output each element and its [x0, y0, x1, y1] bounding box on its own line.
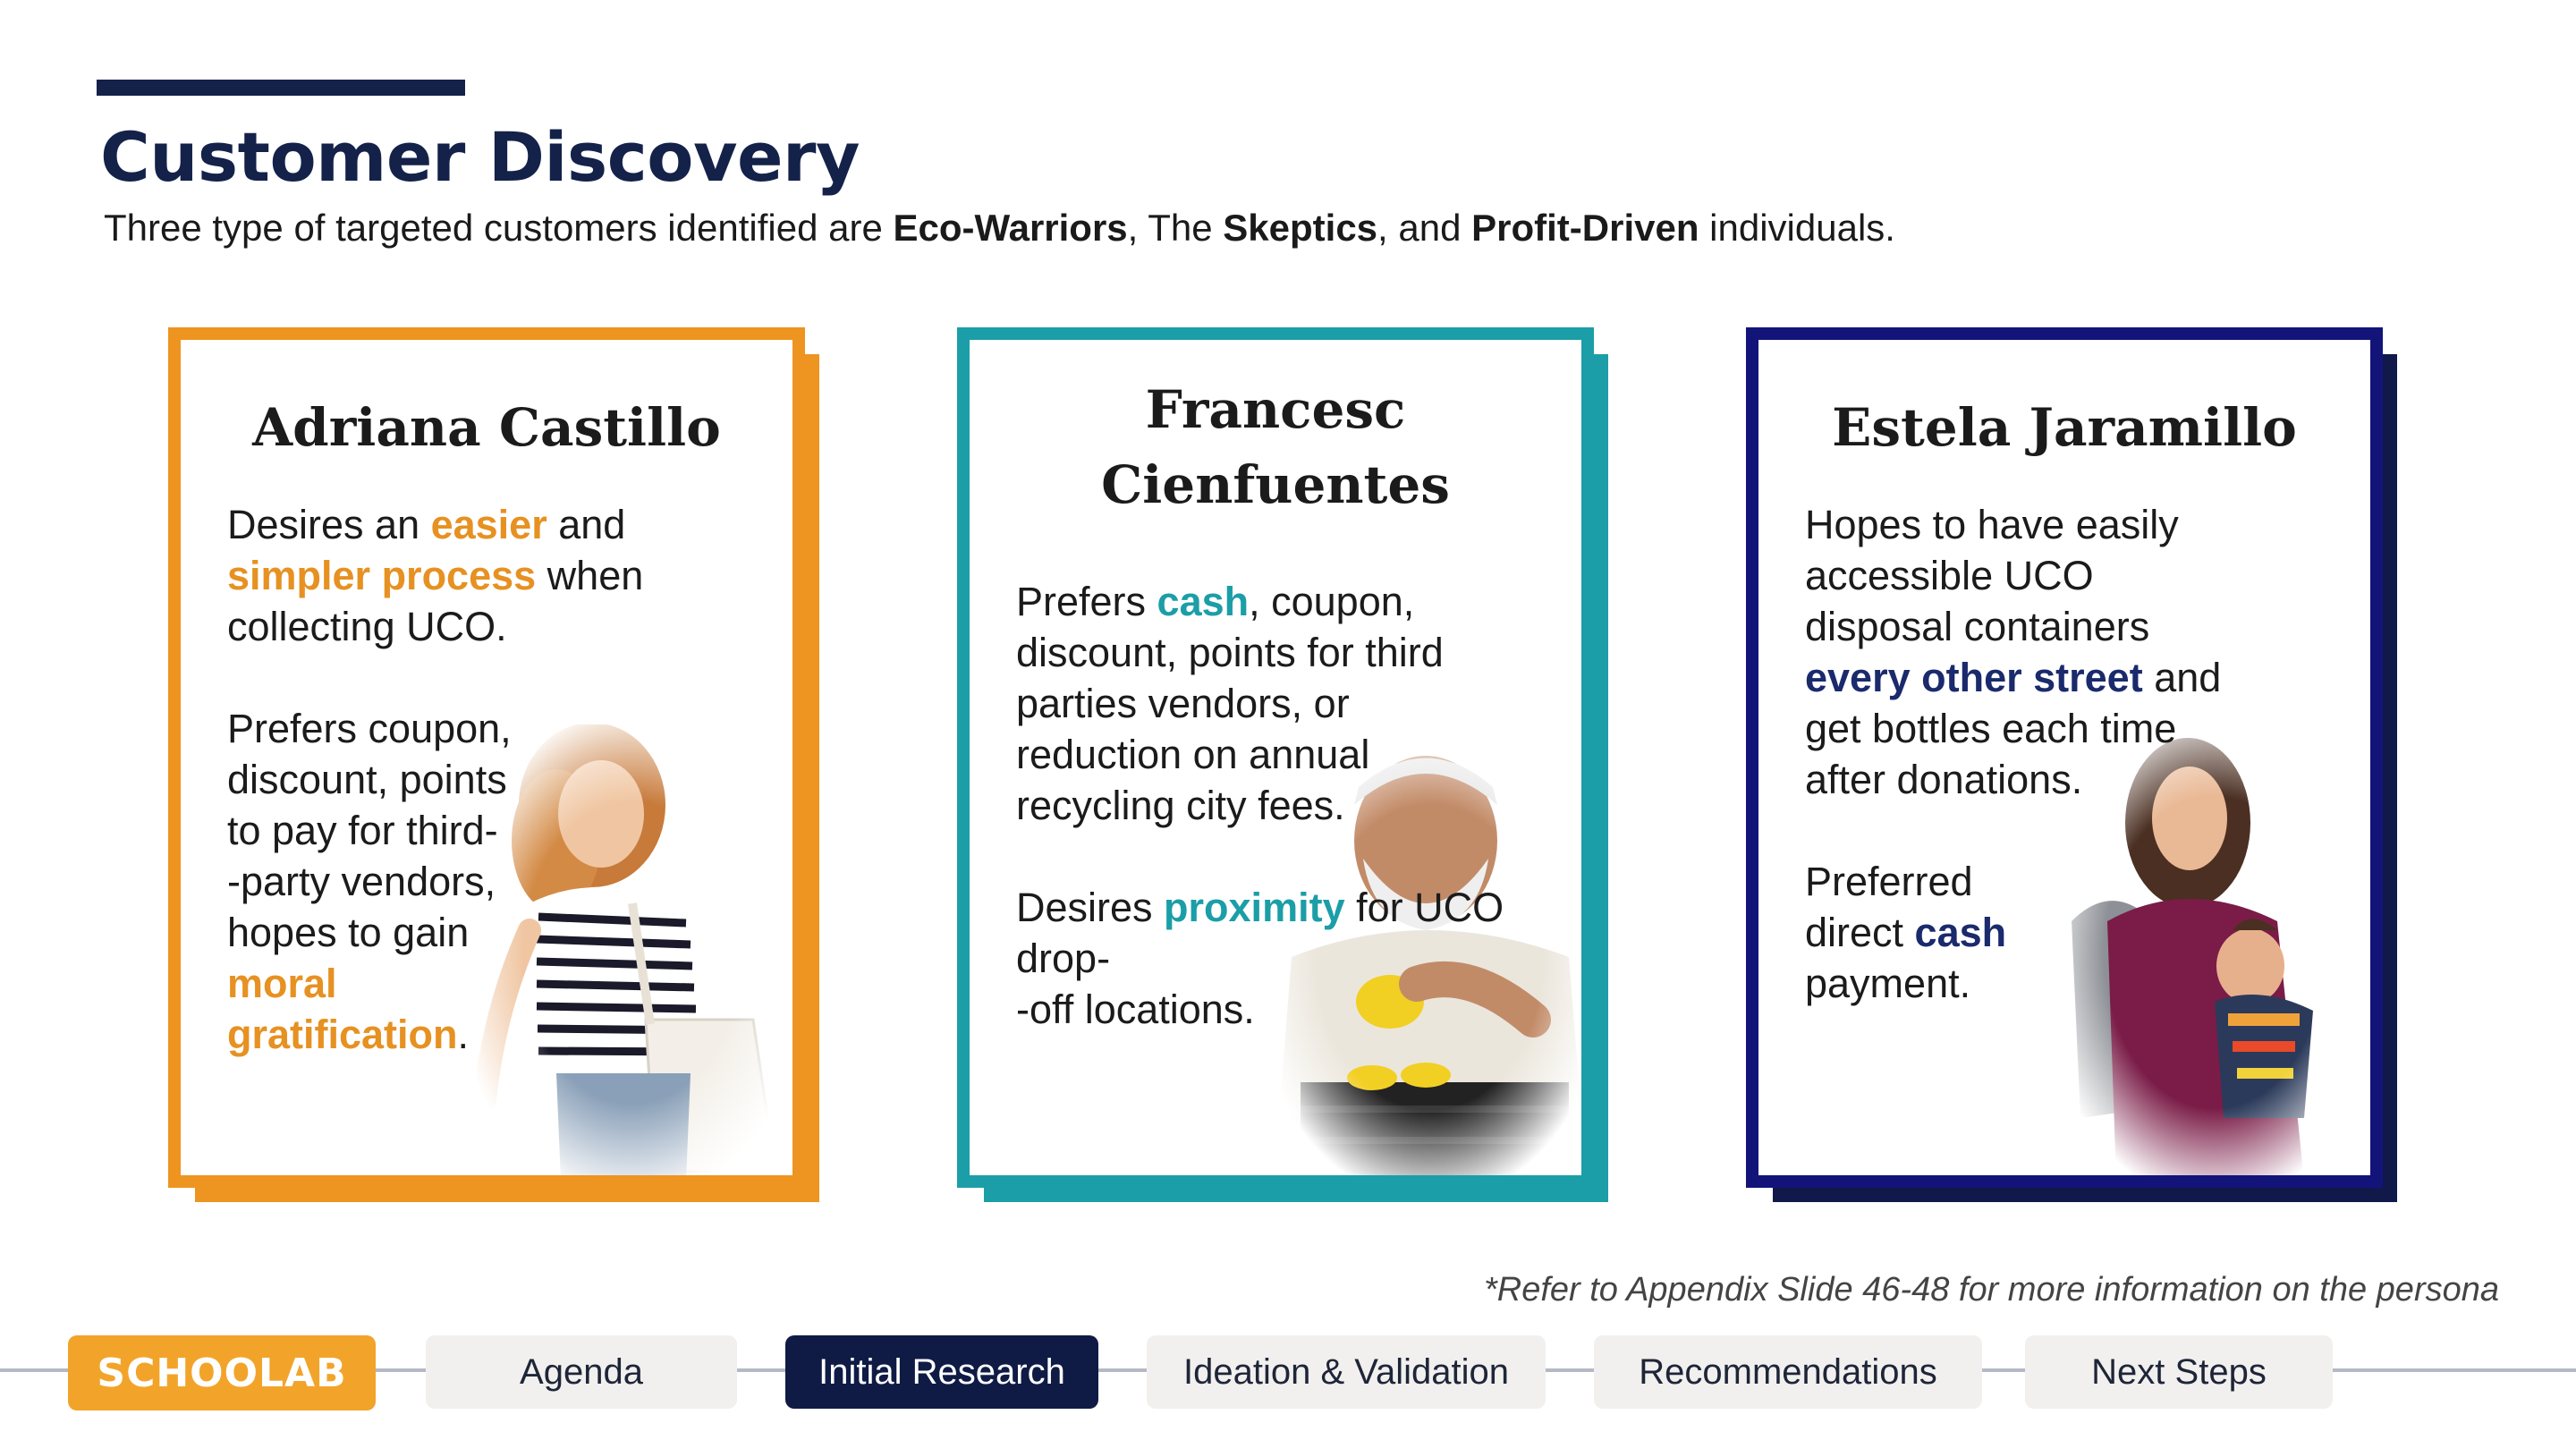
nav-item-next-steps[interactable]: Next Steps [2025, 1335, 2333, 1409]
text-segment: and [547, 502, 626, 547]
persona-paragraph-1: Hopes to have easily accessible UCO disp… [1805, 499, 2252, 805]
persona-card-adriana: Adriana Castillo Desires an easier and s… [168, 327, 819, 1202]
persona-description: Hopes to have easily accessible UCO disp… [1805, 499, 2288, 1009]
persona-card-body: Estela Jaramillo Hopes to have easily ac… [1746, 327, 2383, 1188]
nav-item-initial-research[interactable]: Initial Research [785, 1335, 1098, 1409]
text-segment: . [457, 1012, 470, 1057]
persona-card-estela: Estela Jaramillo Hopes to have easily ac… [1746, 327, 2397, 1202]
nav-item-ideation-validation[interactable]: Ideation & Validation [1147, 1335, 1546, 1409]
title-accent-bar [97, 80, 465, 96]
highlight-cash: cash [1914, 910, 2007, 955]
highlight-every-other-street: every other street [1805, 655, 2143, 700]
text-segment: Prefers coupon, discount, points to pay … [227, 706, 512, 955]
persona-description: Desires an easier and simpler process wh… [227, 499, 764, 1060]
highlight-easier: easier [430, 502, 547, 547]
persona-description: Prefers cash, coupon, discount, points f… [1016, 576, 1553, 1035]
subtitle-profit-driven: Profit-Driven [1471, 207, 1699, 249]
persona-card-francesc: Francesc Cienfuentes Prefers cash, coupo… [957, 327, 1608, 1202]
nav-item-recommendations[interactable]: Recommendations [1594, 1335, 1982, 1409]
highlight-proximity: proximity [1164, 885, 1345, 930]
persona-card-body: Adriana Castillo Desires an easier and s… [168, 327, 805, 1188]
highlight-moral-gratification: moral gratification [227, 961, 458, 1057]
persona-paragraph-2: Preferred direct cash payment. [1805, 856, 2073, 1009]
schoolab-logo[interactable]: SCHOOLAB [68, 1335, 376, 1410]
persona-name: Estela Jaramillo [1832, 397, 2297, 458]
page-title: Customer Discovery [100, 117, 860, 197]
text-segment: Desires [1016, 885, 1165, 930]
text-segment: payment. [1805, 961, 1971, 1006]
subtitle-eco-warriors: Eco-Warriors [893, 207, 1128, 249]
subtitle-skeptics: Skeptics [1223, 207, 1378, 249]
page-subtitle: Three type of targeted customers identif… [104, 204, 1895, 252]
subtitle-text: , The [1127, 207, 1224, 249]
text-segment: Prefers [1016, 579, 1157, 624]
nav-item-agenda[interactable]: Agenda [426, 1335, 737, 1409]
subtitle-text: individuals. [1699, 207, 1895, 249]
highlight-simpler-process: simpler process [227, 553, 537, 598]
persona-card-body: Francesc Cienfuentes Prefers cash, coupo… [957, 327, 1594, 1188]
subtitle-text: , and [1377, 207, 1472, 249]
persona-name: Adriana Castillo [252, 397, 721, 458]
highlight-cash: cash [1157, 579, 1250, 624]
persona-paragraph-1: Desires an easier and simpler process wh… [227, 499, 764, 652]
persona-name: Francesc Cienfuentes [1101, 379, 1450, 515]
text-segment: Desires an [227, 502, 431, 547]
persona-paragraph-2: Desires proximity for UCO drop- -off loc… [1016, 882, 1553, 1035]
subtitle-text: Three type of targeted customers identif… [104, 207, 894, 249]
persona-paragraph-1: Prefers cash, coupon, discount, points f… [1016, 576, 1517, 831]
appendix-footnote: *Refer to Appendix Slide 46-48 for more … [1483, 1271, 2499, 1309]
text-segment: Hopes to have easily accessible UCO disp… [1805, 502, 2179, 649]
persona-paragraph-2: Prefers coupon, discount, points to pay … [227, 703, 531, 1060]
